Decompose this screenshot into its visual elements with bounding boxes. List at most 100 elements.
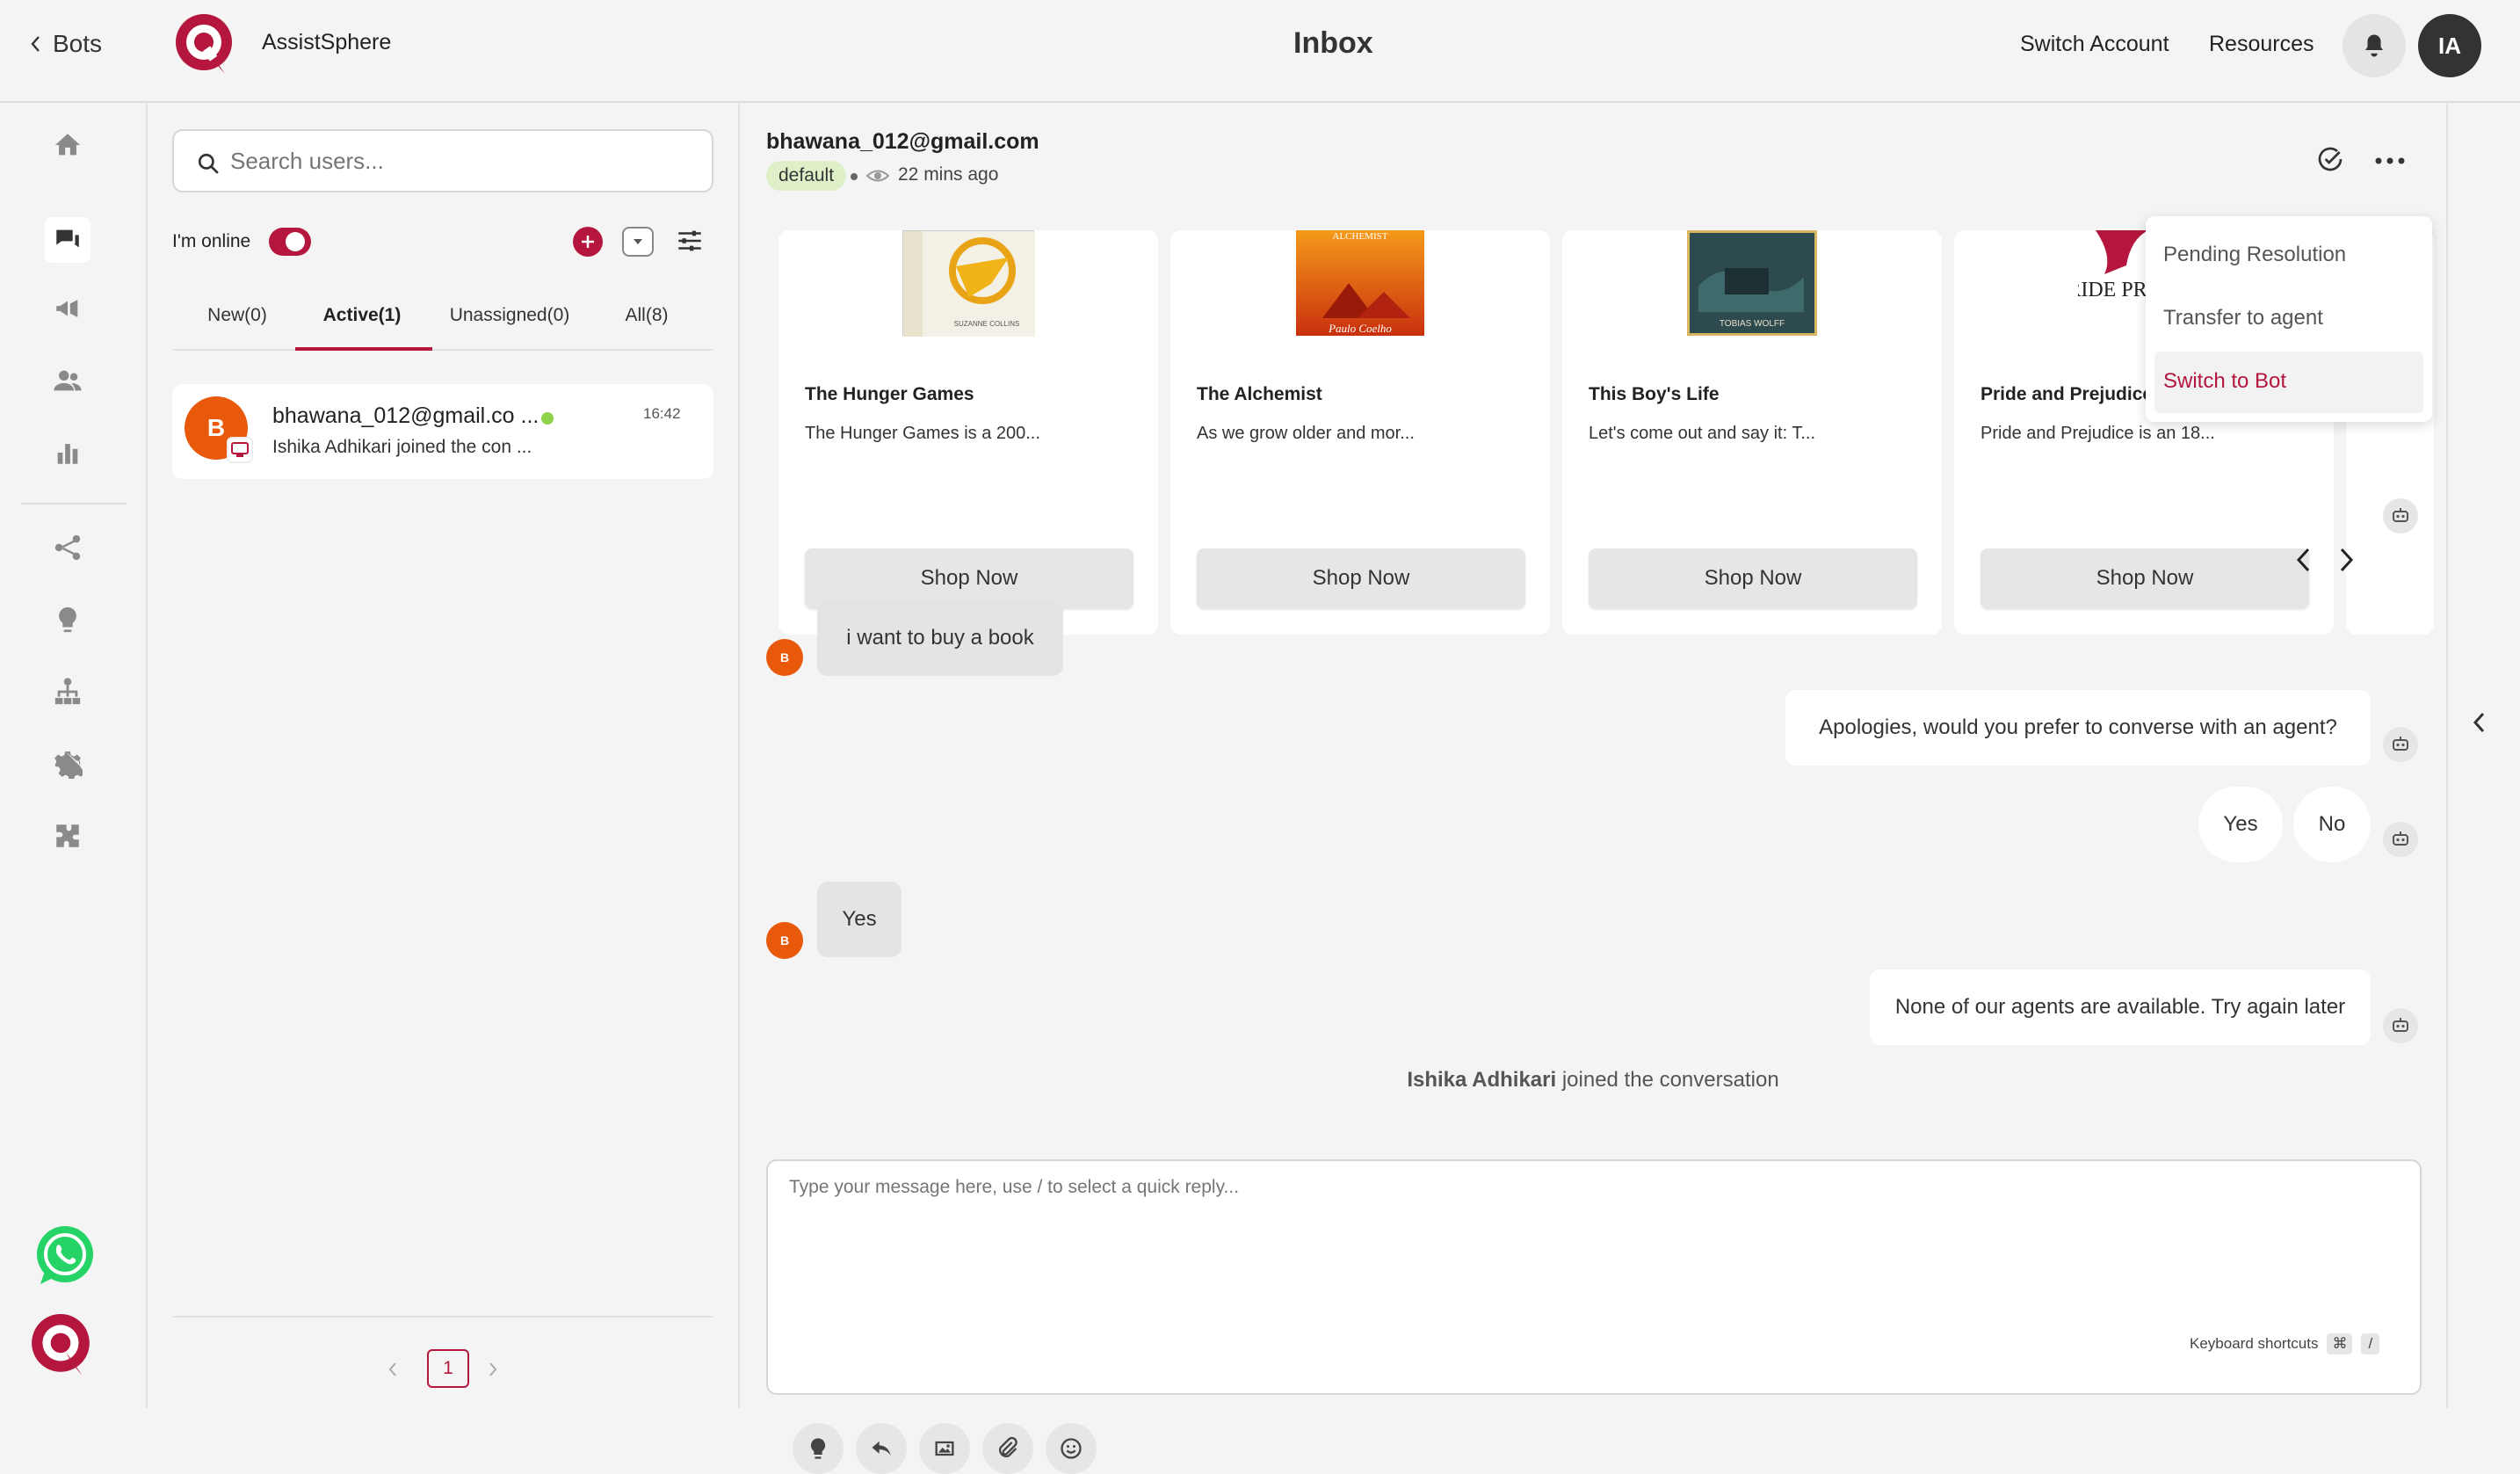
toggle-knob: [286, 232, 305, 251]
quick-reply-yes[interactable]: Yes: [2198, 787, 2283, 862]
reply-icon: [872, 1441, 891, 1456]
product-description: Let's come out and say it: T...: [1589, 424, 1816, 443]
left-navigation: [0, 103, 148, 1408]
shop-now-button[interactable]: Shop Now: [805, 548, 1133, 608]
search-input[interactable]: [230, 140, 696, 182]
message-input[interactable]: [789, 1177, 2397, 1291]
nav-divider: [21, 503, 127, 505]
image-upload-button[interactable]: [919, 1423, 970, 1474]
nav-analytics[interactable]: [48, 433, 87, 472]
menu-item-transfer-to-agent[interactable]: Transfer to agent: [2163, 306, 2323, 330]
nav-hierarchy[interactable]: [48, 672, 87, 711]
product-description: The Hunger Games is a 200...: [805, 424, 1040, 443]
conversation-time: 16:42: [643, 405, 681, 422]
avatar-letter: B: [779, 933, 790, 948]
nav-home[interactable]: [48, 126, 87, 164]
puzzle-icon: [56, 824, 79, 847]
users-icon: [54, 370, 82, 391]
brand-logo-bottom[interactable]: [30, 1312, 93, 1383]
user-avatar[interactable]: IA: [2418, 14, 2481, 77]
nav-flows[interactable]: [48, 528, 87, 567]
hierarchy-icon: [54, 678, 81, 705]
hunger-games-cover-icon: SUZANNE COLLINS: [903, 231, 1035, 337]
expand-panel-button[interactable]: [2471, 709, 2497, 741]
tabs-bar: New(0) Active(1) Unassigned(0) All(8): [172, 287, 713, 351]
carousel-prev-button[interactable]: [2293, 546, 2320, 577]
chevron-right-icon: [489, 1362, 497, 1376]
resources-link[interactable]: Resources: [2209, 32, 2314, 57]
nav-settings[interactable]: [48, 744, 87, 783]
shop-now-button[interactable]: Shop Now: [1589, 548, 1917, 608]
shortcut-key: ⌘: [2327, 1333, 2353, 1354]
quick-reply-no[interactable]: No: [2293, 787, 2371, 862]
bar-chart-icon: [57, 444, 78, 464]
attach-file-button[interactable]: [982, 1423, 1033, 1474]
brand-logo-icon: [176, 14, 232, 74]
page-number[interactable]: 1: [427, 1349, 469, 1388]
menu-item-label: Switch to Bot: [2163, 369, 2287, 393]
keyboard-shortcuts[interactable]: Keyboard shortcuts ⌘ /: [2190, 1333, 2380, 1354]
menu-item-switch-to-bot[interactable]: Switch to Bot: [2154, 352, 2423, 413]
alchemist-cover-icon: ALCHEMIST Paulo Coelho: [1296, 230, 1424, 336]
filter-button[interactable]: [675, 226, 706, 258]
tab-new[interactable]: New(0): [176, 305, 299, 326]
svg-text:SUZANNE COLLINS: SUZANNE COLLINS: [954, 320, 1020, 328]
new-conversation-button[interactable]: [573, 227, 603, 257]
whatsapp-button[interactable]: [33, 1224, 97, 1288]
nav-users[interactable]: [48, 361, 87, 400]
menu-item-pending-resolution[interactable]: Pending Resolution: [2163, 243, 2346, 267]
shop-now-button[interactable]: Shop Now: [1981, 548, 2309, 608]
product-card: ALCHEMIST Paulo Coelho The Alchemist As …: [1170, 230, 1550, 635]
right-rail: [2446, 103, 2520, 1408]
channel-badge: [227, 437, 253, 463]
shop-now-button[interactable]: Shop Now: [1197, 548, 1525, 608]
next-page-button[interactable]: [487, 1360, 508, 1386]
page-title: Inbox: [1293, 26, 1373, 60]
user-initials: IA: [2438, 32, 2461, 59]
user-message: Yes: [817, 882, 902, 957]
cover-author: Paulo Coelho: [1328, 322, 1392, 335]
reply-button[interactable]: [856, 1423, 907, 1474]
online-toggle[interactable]: [269, 228, 311, 256]
brand-logo-icon: [32, 1314, 90, 1376]
ai-suggest-button[interactable]: [793, 1423, 844, 1474]
bot-icon: [2393, 508, 2408, 522]
system-message: Ishika Adhikari joined the conversation: [740, 1068, 2446, 1093]
nav-inbox[interactable]: [45, 217, 91, 263]
lightbulb-icon: [810, 1438, 826, 1459]
back-to-bots[interactable]: Bots: [28, 26, 102, 62]
bot-icon: [2393, 831, 2408, 846]
bot-icon: [2393, 737, 2408, 751]
tab-unassigned[interactable]: Unassigned(0): [432, 305, 587, 326]
nav-integrations[interactable]: [48, 817, 87, 855]
tab-active[interactable]: Active(1): [295, 305, 429, 326]
bot-badge: [2383, 498, 2418, 534]
dropdown-button[interactable]: [622, 227, 654, 257]
avatar-letter: B: [779, 650, 790, 664]
nav-ideas[interactable]: [48, 600, 87, 639]
brand-logo[interactable]: [174, 12, 235, 77]
avatar-letter: B: [206, 414, 226, 441]
chevron-left-icon: [31, 36, 40, 52]
product-description: Pride and Prejudice is an 18...: [1981, 424, 2215, 443]
bot-badge: [2383, 727, 2418, 762]
book-cover: SUZANNE COLLINS: [902, 230, 1035, 337]
tab-all[interactable]: All(8): [594, 305, 699, 326]
user-message-avatar: B: [766, 922, 803, 959]
search-box[interactable]: [172, 129, 713, 192]
user-message-avatar: B: [766, 639, 803, 676]
cover-author: TOBIAS WOLFF: [1720, 319, 1785, 329]
conversation-item[interactable]: B bhawana_012@gmail.co ... 16:42 Ishika …: [172, 384, 713, 479]
switch-account-link[interactable]: Switch Account: [2020, 32, 2169, 57]
carousel-next-button[interactable]: [2335, 546, 2362, 577]
chevron-left-icon: [2473, 712, 2485, 733]
nav-campaigns[interactable]: [48, 289, 87, 328]
chevron-left-icon: [388, 1362, 396, 1376]
whatsapp-icon: [37, 1226, 93, 1284]
bell-icon: [2365, 34, 2383, 57]
prev-page-button[interactable]: [387, 1360, 408, 1386]
emoji-button[interactable]: [1046, 1423, 1097, 1474]
notifications-button[interactable]: [2343, 14, 2406, 77]
flow-icon: [54, 534, 81, 561]
system-message-text: joined the conversation: [1561, 1068, 1779, 1092]
